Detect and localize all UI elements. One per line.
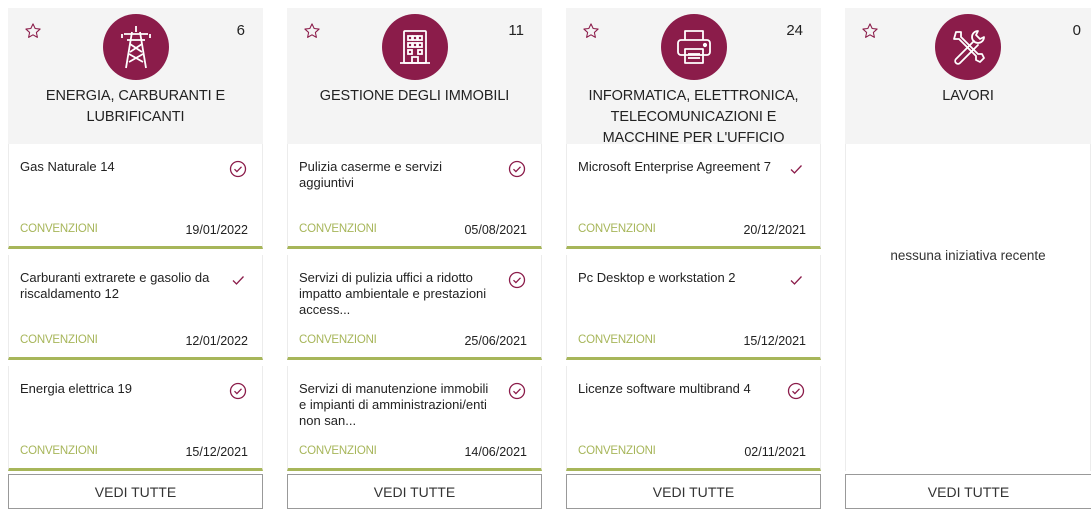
check-circle-icon bbox=[229, 382, 247, 400]
initiative-count: 0 bbox=[1072, 22, 1081, 39]
power-tower-icon bbox=[102, 14, 169, 80]
initiative-count: 11 bbox=[508, 22, 524, 39]
initiative-type: CONVENZIONI bbox=[20, 223, 98, 235]
initiative-type: CONVENZIONI bbox=[578, 334, 656, 346]
initiative-card[interactable]: Microsoft Enterprise Agreement 7 CONVENZ… bbox=[566, 144, 821, 249]
initiative-type: CONVENZIONI bbox=[578, 445, 656, 457]
initiative-card[interactable]: Carburanti extrarete e gasolio da riscal… bbox=[8, 255, 263, 360]
view-all-button[interactable]: VEDI TUTTE bbox=[287, 474, 542, 509]
initiative-list: Gas Naturale 14 CONVENZIONI 19/01/2022 C… bbox=[8, 144, 263, 471]
empty-state-text: nessuna iniziativa recente bbox=[890, 248, 1046, 263]
category-title: INFORMATICA, ELETTRONICA, TELECOMUNICAZI… bbox=[588, 88, 799, 146]
view-all-button[interactable]: VEDI TUTTE bbox=[845, 474, 1091, 509]
initiative-card[interactable]: Licenze software multibrand 4 CONVENZION… bbox=[566, 366, 821, 471]
check-icon bbox=[790, 276, 802, 285]
initiative-title: Servizi di pulizia uffici a ridotto impa… bbox=[299, 270, 487, 317]
category-title: LAVORI bbox=[942, 88, 994, 104]
initiative-title: Pc Desktop e workstation 2 bbox=[578, 270, 736, 285]
category-column-lavori: 0 LAVORI nessuna iniziativa recente VEDI… bbox=[845, 8, 1091, 509]
star-icon[interactable] bbox=[861, 22, 879, 40]
star-icon[interactable] bbox=[24, 22, 42, 40]
initiative-date: 15/12/2021 bbox=[743, 334, 806, 348]
initiative-date: 25/06/2021 bbox=[464, 334, 527, 348]
initiative-card[interactable]: Gas Naturale 14 CONVENZIONI 19/01/2022 bbox=[8, 144, 263, 249]
initiative-date: 05/08/2021 bbox=[464, 223, 527, 237]
initiative-card[interactable]: Energia elettrica 19 CONVENZIONI 15/12/2… bbox=[8, 366, 263, 471]
initiative-card[interactable]: Servizi di pulizia uffici a ridotto impa… bbox=[287, 255, 542, 360]
initiative-date: 12/01/2022 bbox=[185, 334, 248, 348]
category-title: GESTIONE DEGLI IMMOBILI bbox=[319, 88, 510, 104]
view-all-button[interactable]: VEDI TUTTE bbox=[566, 474, 821, 509]
initiative-count: 6 bbox=[236, 22, 245, 39]
initiative-date: 19/01/2022 bbox=[185, 223, 248, 237]
category-column-energia: 6 ENERGIA, CARBURANTI E LUBRIFICANTI Gas… bbox=[8, 8, 263, 509]
initiative-count: 24 bbox=[786, 22, 803, 39]
initiative-date: 02/11/2021 bbox=[744, 445, 806, 459]
empty-state: nessuna iniziativa recente bbox=[845, 144, 1091, 471]
initiative-type: CONVENZIONI bbox=[20, 334, 98, 346]
view-all-button[interactable]: VEDI TUTTE bbox=[8, 474, 263, 509]
initiative-type: CONVENZIONI bbox=[20, 445, 98, 457]
star-icon[interactable] bbox=[303, 22, 321, 40]
star-icon[interactable] bbox=[582, 22, 600, 40]
initiative-title: Licenze software multibrand 4 bbox=[578, 381, 751, 396]
initiative-title: Energia elettrica 19 bbox=[20, 381, 133, 396]
check-circle-icon bbox=[787, 382, 805, 400]
initiative-title: Pulizia caserme e servizi aggiuntivi bbox=[299, 159, 443, 190]
check-circle-icon bbox=[508, 271, 526, 289]
initiative-type: CONVENZIONI bbox=[299, 334, 377, 346]
initiative-list: Pulizia caserme e servizi aggiuntivi CON… bbox=[287, 144, 542, 471]
category-title: ENERGIA, CARBURANTI E LUBRIFICANTI bbox=[45, 88, 226, 125]
check-circle-icon bbox=[229, 160, 247, 178]
initiative-date: 14/06/2021 bbox=[464, 445, 527, 459]
initiative-title: Gas Naturale 14 bbox=[20, 159, 115, 174]
initiative-title: Microsoft Enterprise Agreement 7 bbox=[578, 159, 771, 174]
check-circle-icon bbox=[508, 382, 526, 400]
initiative-type: CONVENZIONI bbox=[299, 445, 377, 457]
category-header: 0 LAVORI bbox=[845, 8, 1091, 144]
building-icon bbox=[381, 14, 448, 80]
tools-icon bbox=[935, 14, 1001, 80]
initiative-title: Carburanti extrarete e gasolio da riscal… bbox=[20, 270, 210, 301]
initiative-list: Microsoft Enterprise Agreement 7 CONVENZ… bbox=[566, 144, 821, 471]
category-column-immobili: 11 GESTIONE DEGLI IMMOBILI Pulizia caser… bbox=[287, 8, 542, 509]
check-icon bbox=[790, 165, 802, 174]
category-header: 6 ENERGIA, CARBURANTI E LUBRIFICANTI bbox=[8, 8, 263, 144]
check-circle-icon bbox=[508, 160, 526, 178]
category-header: 24 INFORMATICA, ELETTRONICA, TELECOMUNIC… bbox=[566, 8, 821, 146]
initiative-title: Servizi di manutenzione immobili e impia… bbox=[299, 381, 489, 428]
initiative-card[interactable]: Servizi di manutenzione immobili e impia… bbox=[287, 366, 542, 471]
printer-icon bbox=[660, 14, 727, 80]
initiative-card[interactable]: Pc Desktop e workstation 2 CONVENZIONI 1… bbox=[566, 255, 821, 360]
initiative-date: 20/12/2021 bbox=[743, 223, 806, 237]
initiative-type: CONVENZIONI bbox=[299, 223, 377, 235]
category-column-informatica: 24 INFORMATICA, ELETTRONICA, TELECOMUNIC… bbox=[566, 8, 821, 509]
initiative-date: 15/12/2021 bbox=[185, 445, 248, 459]
initiative-card[interactable]: Pulizia caserme e servizi aggiuntivi CON… bbox=[287, 144, 542, 249]
check-icon bbox=[232, 276, 244, 285]
category-header: 11 GESTIONE DEGLI IMMOBILI bbox=[287, 8, 542, 144]
initiative-type: CONVENZIONI bbox=[578, 223, 656, 235]
